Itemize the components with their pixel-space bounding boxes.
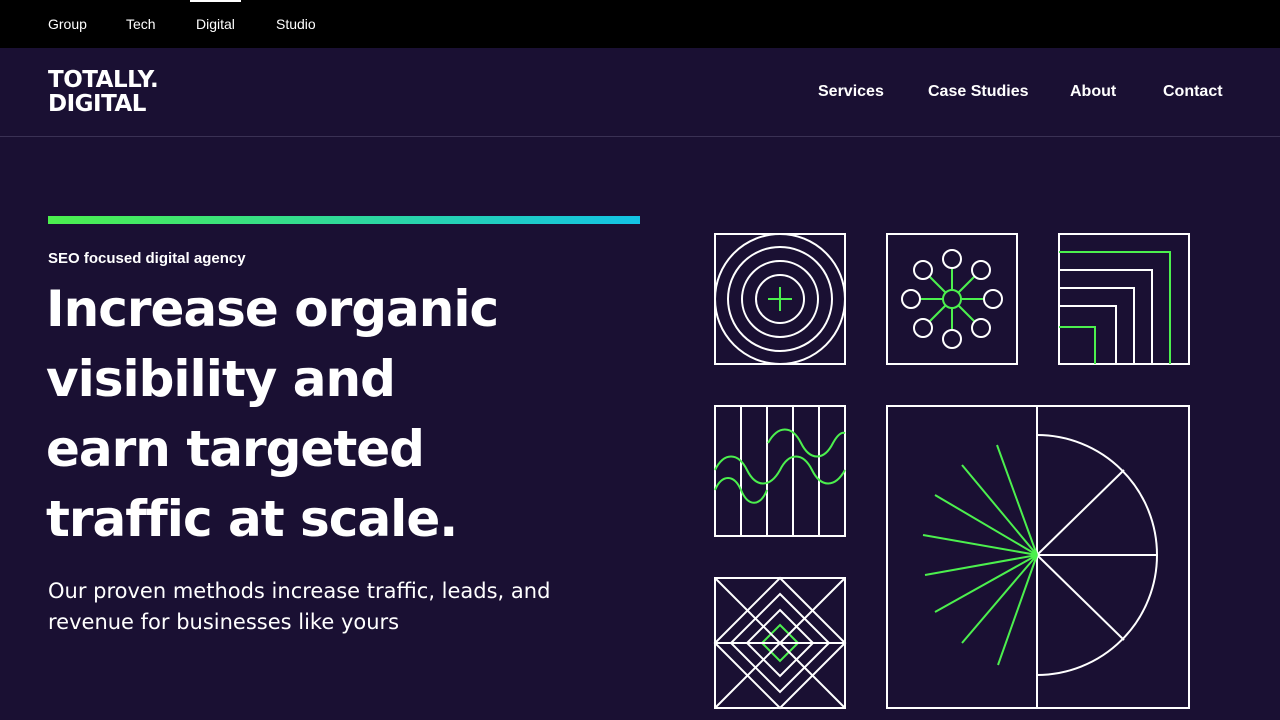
nested-diamonds-icon [713,576,847,710]
hero-illustration [713,233,1190,710]
radial-burst-icon [886,405,1190,709]
wave-lines-icon [714,405,846,537]
concentric-circles-icon [714,233,846,365]
network-nodes-icon [886,233,1018,365]
nested-corners-icon [1058,233,1190,365]
